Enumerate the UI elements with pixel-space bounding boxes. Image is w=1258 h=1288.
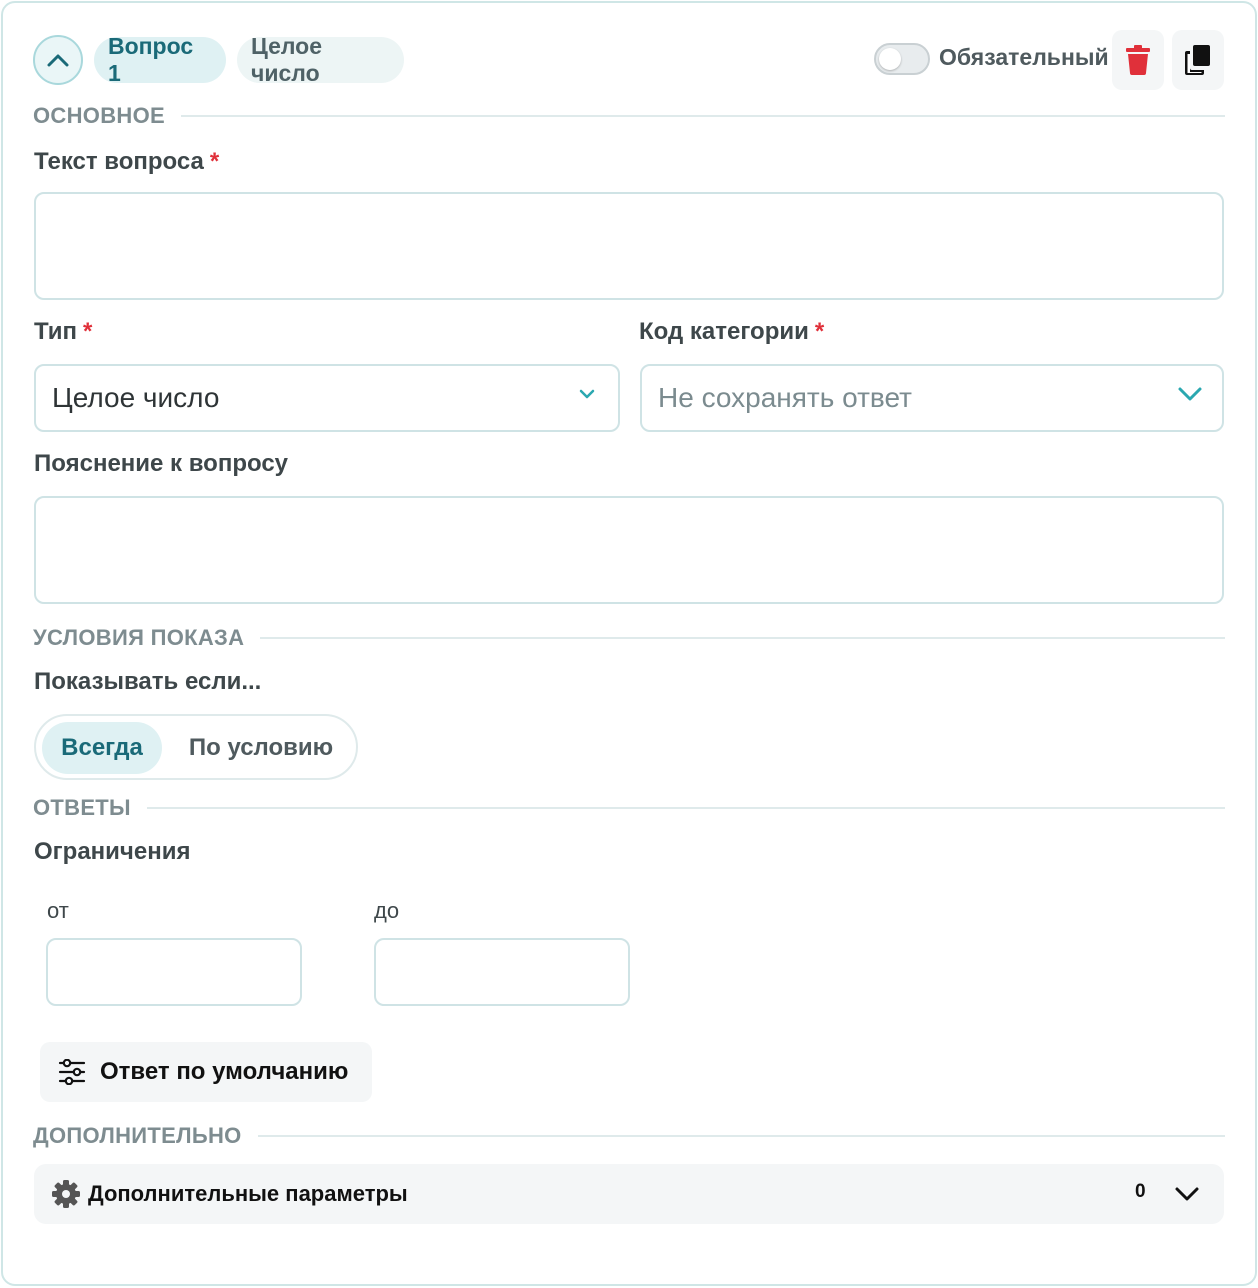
section-conditions: УСЛОВИЯ ПОКАЗА (33, 623, 1225, 653)
hint-label: Пояснение к вопросу (34, 450, 289, 477)
type-select[interactable]: Целое число (34, 364, 620, 432)
default-answer-label: Ответ по умолчанию (100, 1058, 349, 1085)
section-basic: ОСНОВНОЕ (33, 101, 1225, 131)
question-text-label-text: Текст вопроса (34, 148, 204, 175)
from-input[interactable] (46, 938, 302, 1006)
segment-by-condition[interactable]: По условию (176, 722, 346, 774)
required-label: Обязательный (939, 44, 1109, 70)
chevron-down-icon (1175, 1187, 1199, 1201)
question-number-chip: Вопрос 1 (94, 33, 226, 86)
show-if-label: Показывать если... (34, 668, 262, 695)
chevron-down-icon (578, 388, 596, 400)
additional-params-count: 0 (1135, 1181, 1146, 1202)
trash-icon (1126, 45, 1150, 75)
section-additional-title: ДОПОЛНИТЕЛЬНО (33, 1123, 242, 1148)
type-label-text: Тип (34, 318, 77, 345)
toggle-knob (879, 48, 901, 70)
copy-icon (1185, 45, 1210, 75)
default-answer-button[interactable]: Ответ по умолчанию (40, 1042, 372, 1102)
type-label: Тип * (34, 318, 92, 346)
section-answers: ОТВЕТЫ (33, 793, 1225, 823)
category-label: Код категории * (639, 318, 824, 346)
section-conditions-title: УСЛОВИЯ ПОКАЗА (33, 625, 245, 650)
chevron-down-icon (1177, 386, 1203, 402)
additional-params-row[interactable]: Дополнительные параметры 0 (34, 1164, 1224, 1224)
delete-button[interactable] (1112, 30, 1164, 90)
section-answers-title: ОТВЕТЫ (33, 795, 131, 820)
question-type-chip: Целое число (237, 33, 404, 86)
required-star: * (209, 148, 220, 175)
to-input[interactable] (374, 938, 630, 1006)
to-label: до (374, 898, 400, 923)
section-divider (260, 637, 1225, 639)
limits-label: Ограничения (34, 838, 191, 865)
required-star: * (83, 318, 93, 345)
sliders-icon (58, 1059, 86, 1085)
segment-always[interactable]: Всегда (42, 722, 162, 774)
question-text-label: Текст вопроса * (34, 148, 219, 176)
additional-params-label: Дополнительные параметры (88, 1181, 408, 1206)
chevron-up-icon (47, 54, 69, 67)
section-additional: ДОПОЛНИТЕЛЬНО (33, 1121, 1225, 1151)
category-label-text: Код категории (639, 318, 809, 345)
section-divider (146, 807, 1225, 809)
required-toggle[interactable] (874, 43, 930, 75)
section-divider (180, 115, 1225, 117)
hint-input[interactable] (34, 496, 1224, 604)
question-text-input[interactable] (34, 192, 1224, 300)
section-basic-title: ОСНОВНОЕ (33, 103, 165, 128)
category-select-placeholder: Не сохранять ответ (658, 382, 912, 413)
required-star: * (814, 318, 825, 345)
category-select[interactable]: Не сохранять ответ (640, 364, 1224, 432)
duplicate-button[interactable] (1172, 30, 1224, 90)
section-divider (257, 1135, 1225, 1137)
collapse-button[interactable] (33, 35, 83, 85)
show-condition-segmented: Всегда По условию (34, 714, 358, 780)
type-select-value: Целое число (52, 382, 220, 413)
from-label: от (47, 898, 69, 923)
gear-icon (52, 1180, 80, 1208)
